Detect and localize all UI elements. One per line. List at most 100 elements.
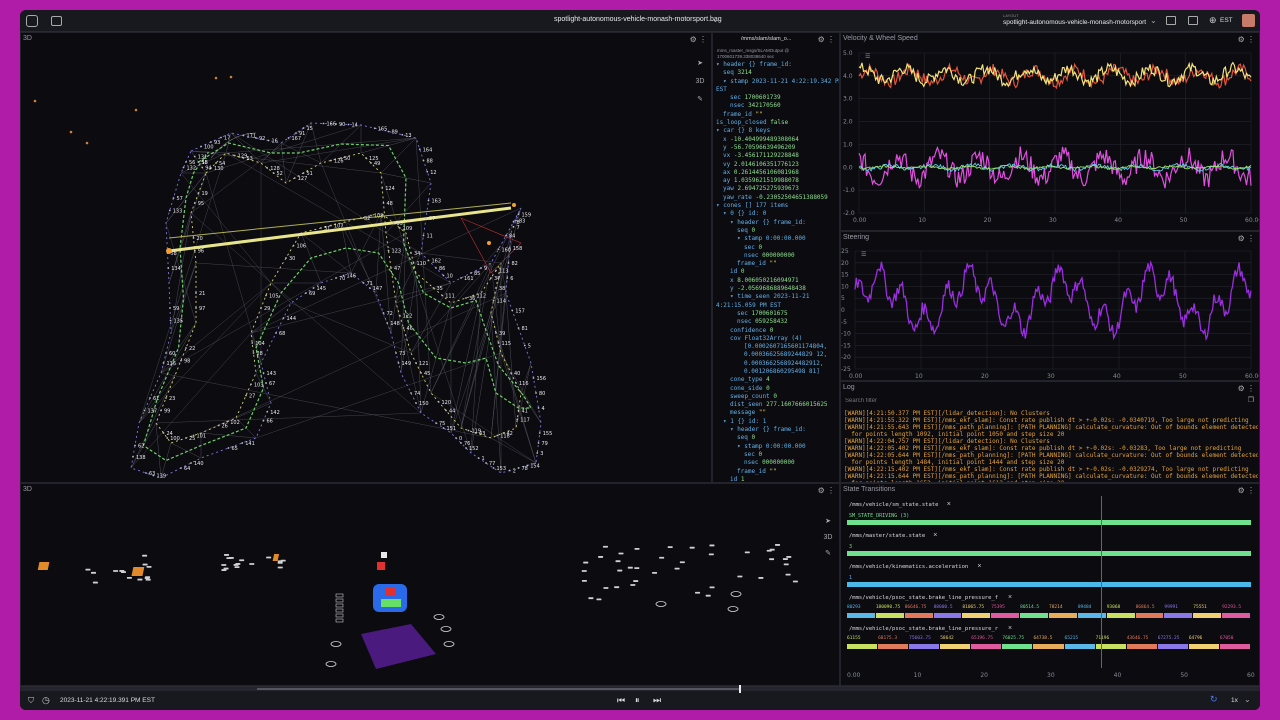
tree-row[interactable]: sec 1700601675	[716, 310, 839, 318]
steering-settings-icon[interactable]: ⚙ ⋮	[1238, 234, 1255, 243]
tree-row[interactable]: nsec 000000000	[716, 459, 839, 467]
left-sidebar-icon[interactable]	[1166, 16, 1176, 25]
close-icon[interactable]: ×	[977, 563, 981, 570]
state-segment[interactable]	[875, 613, 904, 618]
pause-button[interactable]: ⏸	[635, 695, 640, 706]
tree-row[interactable]: yaw_rate -0.23052504651388059	[716, 194, 839, 202]
velocity-settings-icon[interactable]: ⚙ ⋮	[1238, 35, 1255, 44]
top-3d-panel[interactable]: 3D ⚙ ⋮ ➤ 3D ✎ 100 171 167 166 165 164 163 162 16…	[20, 32, 712, 483]
tree-row[interactable]: frame_id ""	[716, 260, 839, 268]
message-tree[interactable]: ▾ header {} frame_id: seq 3214 ▾ stamp 202…	[716, 61, 839, 482]
perspective-scene[interactable]	[21, 484, 821, 684]
raw-message-panel[interactable]: /mms/slam/slam_o... ⚙ ⋮ mms_master_msgs/…	[712, 32, 840, 483]
state-topic-label[interactable]: /mms/vehicle/sm_state.state	[849, 502, 938, 508]
right-sidebar-icon[interactable]	[1188, 16, 1198, 25]
panel-settings-icon[interactable]: ⚙ ⋮	[690, 35, 707, 44]
state-segment[interactable]	[878, 644, 909, 649]
tree-row[interactable]: id 1	[716, 476, 839, 482]
tree-row[interactable]: ▾ stamp 0:00:00.000	[716, 443, 839, 451]
raw-settings-icon[interactable]: ⚙ ⋮	[818, 35, 835, 44]
state-segment[interactable]	[1126, 644, 1157, 649]
state-segment[interactable]	[1222, 613, 1250, 618]
close-icon[interactable]: ×	[1008, 625, 1012, 632]
ruler-icon[interactable]: ✎	[693, 91, 707, 109]
file-title[interactable]: spotlight-autonomous-vehicle-monash-moto…	[554, 16, 722, 23]
state-topic-label[interactable]: /mms/vehicle/kinematics.acceleration	[849, 564, 968, 570]
state-segment[interactable]	[847, 613, 875, 618]
state-segment[interactable]	[1049, 613, 1077, 618]
cursor-icon[interactable]: ➤	[693, 55, 707, 73]
tree-row[interactable]: ▾ 1 {} id: 1	[716, 418, 839, 426]
state-segment[interactable]	[847, 582, 1251, 587]
tree-row[interactable]: ▾ 0 {} id: 0	[716, 210, 839, 218]
tree-row[interactable]: ▾ time_seen 2023-11-21	[716, 293, 839, 301]
tree-row[interactable]: cov Float32Array (4)	[716, 335, 839, 343]
close-icon[interactable]: ×	[947, 501, 951, 508]
state-segment[interactable]	[1193, 613, 1222, 618]
raw-topic[interactable]: /mms/slam/slam_o...	[741, 36, 791, 42]
state-segment[interactable]	[933, 613, 962, 618]
timezone-label[interactable]: EST	[1220, 17, 1233, 24]
log-line[interactable]: [WARN][4:22:15.644 PM EST][/mms_path_pla…	[844, 473, 1258, 480]
state-segment[interactable]	[847, 644, 878, 649]
tree-row[interactable]: ▾ header {} frame_id:	[716, 61, 839, 69]
log-line[interactable]: [WARN][4:21:50.377 PM EST][/lidar_detect…	[844, 410, 1258, 417]
log-settings-icon[interactable]: ⚙ ⋮	[1238, 384, 1255, 393]
shield-icon[interactable]: ⛉	[28, 696, 34, 706]
tree-row[interactable]: frame_id ""	[716, 111, 839, 119]
tree-row[interactable]: ▾ cones [] 177 items	[716, 202, 839, 210]
slam-map[interactable]: 100171 1671661651641631621611601591581571…	[21, 33, 711, 482]
tree-row[interactable]: 0.00036625689244829 12,	[716, 351, 839, 359]
tree-row[interactable]: sec 0	[716, 451, 839, 459]
log-line[interactable]: [WARN][4:21:55.322 PM EST][/mms_ekf_slam…	[844, 417, 1258, 424]
app-logo-icon[interactable]	[26, 15, 38, 27]
playback-handle[interactable]	[739, 685, 742, 693]
tree-row[interactable]: ax 0.2614456106081968	[716, 169, 839, 177]
state-segment[interactable]	[1020, 613, 1048, 618]
tree-row[interactable]: dist_seen 277.1607666015625	[716, 401, 839, 409]
3d-mode-icon[interactable]: 3D	[693, 73, 707, 91]
tree-row[interactable]: seq 0	[716, 227, 839, 235]
tree-row[interactable]: vy 2.0146106351776123	[716, 161, 839, 169]
step-back-button[interactable]: ⏮	[617, 695, 625, 706]
state-segment[interactable]	[991, 613, 1020, 618]
tree-row[interactable]: 0.001206860295498 81]	[716, 368, 839, 376]
tree-row[interactable]: x -10.404999489308064	[716, 136, 839, 144]
copy-icon[interactable]: ❐	[1248, 396, 1254, 404]
chevron-down-icon[interactable]: ⌄	[712, 15, 719, 24]
state-topic-label[interactable]: /mms/vehicle/psoc_state.brake_line_press…	[849, 595, 998, 601]
state-segment[interactable]	[1064, 644, 1095, 649]
tree-row[interactable]: ay 1.0359621519988078	[716, 177, 839, 185]
tree-row[interactable]: 4:21:15.059 PM EST	[716, 302, 839, 310]
tree-row[interactable]: 0.0003662568924482912,	[716, 360, 839, 368]
timestamp[interactable]: 2023-11-21 4:22:19.391 PM EST	[60, 697, 155, 704]
log-line[interactable]: [WARN][4:22:05.402 PM EST][/mms_ekf_slam…	[844, 445, 1258, 452]
state-topic-label[interactable]: /mms/master/state.state	[849, 533, 925, 539]
step-forward-button[interactable]: ⏭	[653, 695, 661, 706]
tree-row[interactable]: nsec 059258432	[716, 318, 839, 326]
speed-select[interactable]: 1x	[1231, 697, 1238, 704]
bottom-3d-panel[interactable]: 3D ⚙ ⋮ ➤ 3D ✎	[20, 483, 840, 686]
ruler-icon[interactable]: ✎	[821, 546, 835, 562]
tree-row[interactable]: nsec 000000000	[716, 252, 839, 260]
cursor-icon[interactable]: ➤	[821, 514, 835, 530]
state-segment[interactable]	[909, 644, 940, 649]
state-segment[interactable]	[1157, 644, 1188, 649]
state-segment[interactable]	[847, 551, 1251, 556]
state-segment[interactable]	[1164, 613, 1193, 618]
tree-row[interactable]: cone_side 0	[716, 385, 839, 393]
state-segment[interactable]	[971, 644, 1002, 649]
steering-panel[interactable]: Steering ⚙ ⋮ 25 20 15 10 5 0 -5 -10 -15 -20 -25 0.0…	[840, 231, 1260, 381]
close-icon[interactable]: ×	[933, 532, 937, 539]
tree-row[interactable]: seq 3214	[716, 69, 839, 77]
steering-chart[interactable]: 2520151050-5-10-15-20-250.00 10 20 30 40 50 60…	[841, 243, 1259, 381]
tree-row[interactable]: sweep_count 0	[716, 393, 839, 401]
tree-row[interactable]: id 0	[716, 268, 839, 276]
tree-row[interactable]: confidence 0	[716, 327, 839, 335]
tree-row[interactable]: frame_id ""	[716, 468, 839, 476]
velocity-panel[interactable]: Velocity & Wheel Speed ⚙ ⋮ 5.0 4.0 3.0 2.0 1…	[840, 32, 1260, 231]
state-settings-icon[interactable]: ⚙ ⋮	[1238, 486, 1255, 495]
tree-row[interactable]: ▾ car {} 8 keys	[716, 127, 839, 135]
tree-row[interactable]: nsec 342170560	[716, 102, 839, 110]
bottom-settings-icon[interactable]: ⚙ ⋮	[818, 486, 835, 495]
